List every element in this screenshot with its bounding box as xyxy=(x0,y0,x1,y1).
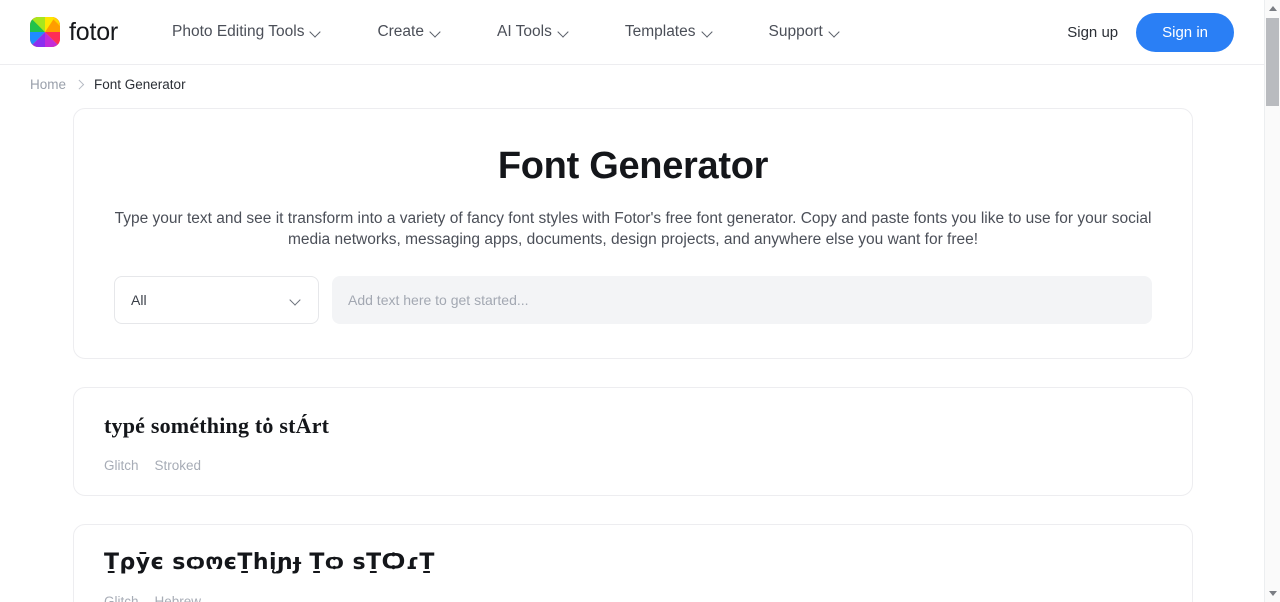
chevron-down-icon xyxy=(703,27,714,38)
chevron-down-icon xyxy=(559,27,570,38)
text-input[interactable] xyxy=(332,276,1152,324)
scrollbar-thumb[interactable] xyxy=(1266,18,1279,106)
nav-label: AI Tools xyxy=(496,23,552,40)
chevron-down-icon xyxy=(311,27,322,38)
font-tag-list: Glitch Hebrew xyxy=(104,594,1162,602)
chevron-down-icon xyxy=(291,295,302,306)
brand-name: fotor xyxy=(69,17,119,46)
font-tag[interactable]: Glitch xyxy=(104,594,139,602)
font-category-select[interactable]: All xyxy=(114,276,319,324)
nav-item-photo-editing-tools[interactable]: Photo Editing Tools xyxy=(172,15,322,49)
nav-item-create[interactable]: Create xyxy=(377,15,442,49)
scroll-down-arrow-icon[interactable] xyxy=(1265,585,1280,602)
page-description: Type your text and see it transform into… xyxy=(114,210,1152,248)
chevron-down-icon xyxy=(431,27,442,38)
brand-logo-link[interactable]: fotor xyxy=(30,17,118,47)
nav-label: Templates xyxy=(624,23,696,40)
breadcrumb: Home Font Generator xyxy=(30,65,1264,92)
font-tag[interactable]: Hebrew xyxy=(155,594,202,602)
browser-viewport: fotor Photo Editing Tools Create AI Tool… xyxy=(0,0,1280,602)
scroll-up-arrow-icon[interactable] xyxy=(1265,0,1280,17)
select-value: All xyxy=(131,292,147,308)
font-tag[interactable]: Glitch xyxy=(104,458,139,473)
font-generator-panel: Font Generator Type your text and see it… xyxy=(73,108,1193,359)
breadcrumb-current: Font Generator xyxy=(94,77,186,92)
nav-item-templates[interactable]: Templates xyxy=(625,15,714,49)
chevron-right-icon xyxy=(76,81,84,89)
header-actions: Sign up Sign in xyxy=(1067,12,1234,52)
nav-label: Photo Editing Tools xyxy=(172,23,305,40)
breadcrumb-home-link[interactable]: Home xyxy=(30,77,66,92)
nav-item-ai-tools[interactable]: AI Tools xyxy=(497,15,570,49)
generator-controls: All xyxy=(114,276,1152,324)
chevron-down-icon xyxy=(830,27,841,38)
font-result-card[interactable]: Ṯρȳє ѕѻოєṮһįɲɟ Ṯѻ ѕṮѺɾṮ Glitch Hebrew xyxy=(73,523,1193,602)
site-header: fotor Photo Editing Tools Create AI Tool… xyxy=(0,0,1264,65)
page-title: Font Generator xyxy=(497,145,769,187)
font-sample-text: typé sométhing tȯ stÁrt xyxy=(104,413,330,438)
fotor-color-wheel-icon xyxy=(30,17,60,47)
page-content: fotor Photo Editing Tools Create AI Tool… xyxy=(0,0,1264,602)
font-tag[interactable]: Stroked xyxy=(155,458,202,473)
nav-label: Support xyxy=(768,23,823,40)
vertical-scrollbar[interactable] xyxy=(1264,0,1280,602)
nav-item-support[interactable]: Support xyxy=(769,15,841,49)
font-result-card[interactable]: typé sométhing tȯ stÁrt Glitch Stroked xyxy=(73,387,1193,496)
sign-in-button[interactable]: Sign in xyxy=(1136,12,1234,52)
main-navigation: Photo Editing Tools Create AI Tools Temp… xyxy=(172,15,841,49)
sign-up-link[interactable]: Sign up xyxy=(1067,24,1118,41)
font-tag-list: Glitch Stroked xyxy=(104,458,1162,473)
nav-label: Create xyxy=(377,23,424,40)
font-sample-text: Ṯρȳє ѕѻოєṮһįɲɟ Ṯѻ ѕṮѺɾṮ xyxy=(104,549,435,575)
main-content: Font Generator Type your text and see it… xyxy=(0,108,1264,602)
